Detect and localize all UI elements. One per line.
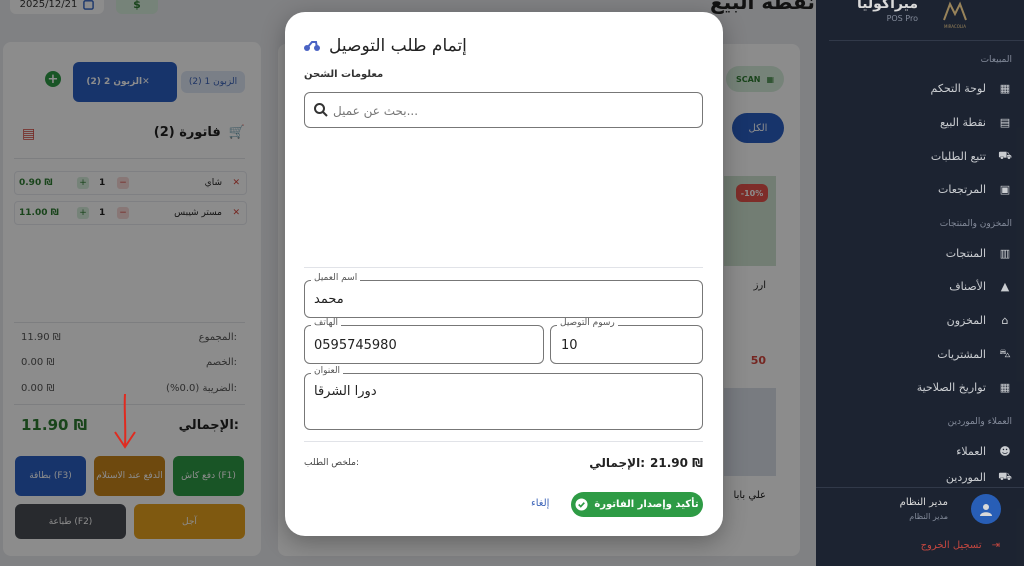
- sidebar-dim: [816, 0, 1024, 566]
- cancel-button[interactable]: إلغاء: [531, 498, 549, 509]
- check-circle-icon: [575, 498, 588, 511]
- delivery-fee-field[interactable]: رسوم التوصيل 10: [550, 318, 703, 364]
- customer-search-input[interactable]: [331, 93, 695, 129]
- customer-name-label: اسم العميل: [311, 273, 361, 283]
- address-field[interactable]: العنوان دورا الشرقا: [304, 366, 703, 430]
- customer-search-box[interactable]: [304, 92, 703, 129]
- order-total-value: 21.90 ₪: [650, 456, 703, 470]
- dialog-title: إتمام طلب التوصيل: [329, 36, 467, 56]
- order-total: الإجمالي: 21.90 ₪: [589, 456, 703, 470]
- delivery-fee-label: رسوم التوصيل: [557, 318, 618, 328]
- customer-name-field[interactable]: اسم العميل محمد: [304, 273, 703, 318]
- order-total-label: الإجمالي:: [589, 456, 645, 470]
- divider: [304, 267, 703, 268]
- phone-value: 0595745980: [314, 338, 397, 353]
- phone-field[interactable]: الهاتف 0595745980: [304, 318, 544, 364]
- shipping-info-label: معلومات الشحن: [304, 69, 384, 80]
- address-value: دورا الشرقا: [314, 384, 377, 399]
- confirm-invoice-button[interactable]: تأكيد وإصدار الفاتورة: [571, 492, 703, 517]
- confirm-label: تأكيد وإصدار الفاتورة: [594, 499, 699, 510]
- divider: [304, 441, 703, 442]
- phone-label: الهاتف: [311, 318, 341, 328]
- customer-name-value: محمد: [314, 292, 344, 307]
- annotation-arrow-icon: [114, 393, 136, 449]
- delivery-dialog: إتمام طلب التوصيل معلومات الشحن اسم العم…: [285, 12, 723, 536]
- address-label: العنوان: [311, 366, 344, 376]
- delivery-fee-value: 10: [561, 338, 578, 353]
- search-icon: [314, 103, 328, 117]
- scooter-icon: [304, 41, 320, 51]
- order-summary-label: ملخص الطلب:: [304, 458, 359, 468]
